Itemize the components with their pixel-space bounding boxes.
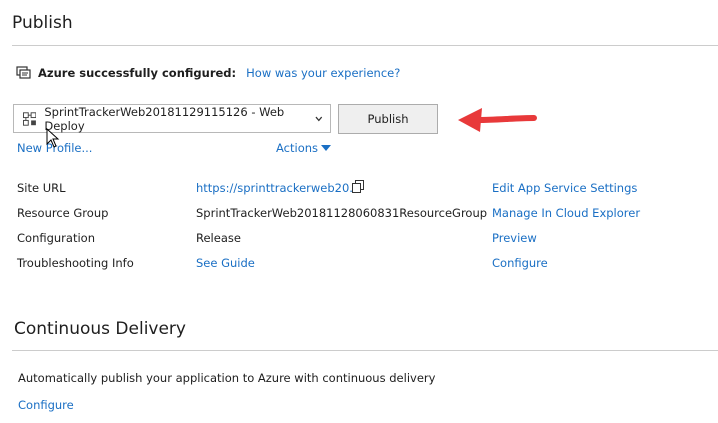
troubleshooting-label: Troubleshooting Info [17,256,134,270]
status-bar: Azure successfully configured: How was y… [16,66,400,80]
mouse-cursor-icon [46,128,60,148]
web-deploy-icon [23,111,37,126]
configuration-value: Release [196,231,241,245]
see-guide-link[interactable]: See Guide [196,256,255,270]
copy-icon[interactable] [351,180,365,194]
triangle-down-icon [321,144,332,151]
publish-button[interactable]: Publish [338,104,438,134]
preview-link[interactable]: Preview [492,231,537,245]
site-url-label: Site URL [17,181,66,195]
continuous-delivery-configure-link[interactable]: Configure [18,398,74,412]
profile-dropdown[interactable]: SprintTrackerWeb20181129115126 - Web Dep… [13,104,331,133]
site-url-link[interactable]: https://sprinttrackerweb20... [196,181,360,195]
continuous-delivery-title: Continuous Delivery [14,319,186,339]
configure-link[interactable]: Configure [492,256,548,270]
profile-selected-value: SprintTrackerWeb20181129115126 - Web Dep… [44,104,285,133]
actions-label: Actions [276,141,319,155]
resource-group-value: SprintTrackerWeb20181128060831ResourceGr… [196,206,488,220]
feedback-link[interactable]: How was your experience? [246,66,400,80]
configuration-label: Configuration [17,231,95,245]
actions-menu[interactable]: Actions [276,141,332,155]
manage-cloud-explorer-link[interactable]: Manage In Cloud Explorer [492,206,640,220]
edit-app-service-settings-link[interactable]: Edit App Service Settings [492,181,637,195]
continuous-delivery-divider [12,350,718,351]
feedback-icon [16,66,31,79]
page-title: Publish [12,13,73,33]
status-message: Azure successfully configured: [38,66,237,80]
red-arrow-annotation [458,108,537,132]
chevron-down-icon [315,116,323,121]
resource-group-label: Resource Group [17,206,109,220]
header-divider [12,45,718,46]
continuous-delivery-description: Automatically publish your application t… [18,371,436,385]
